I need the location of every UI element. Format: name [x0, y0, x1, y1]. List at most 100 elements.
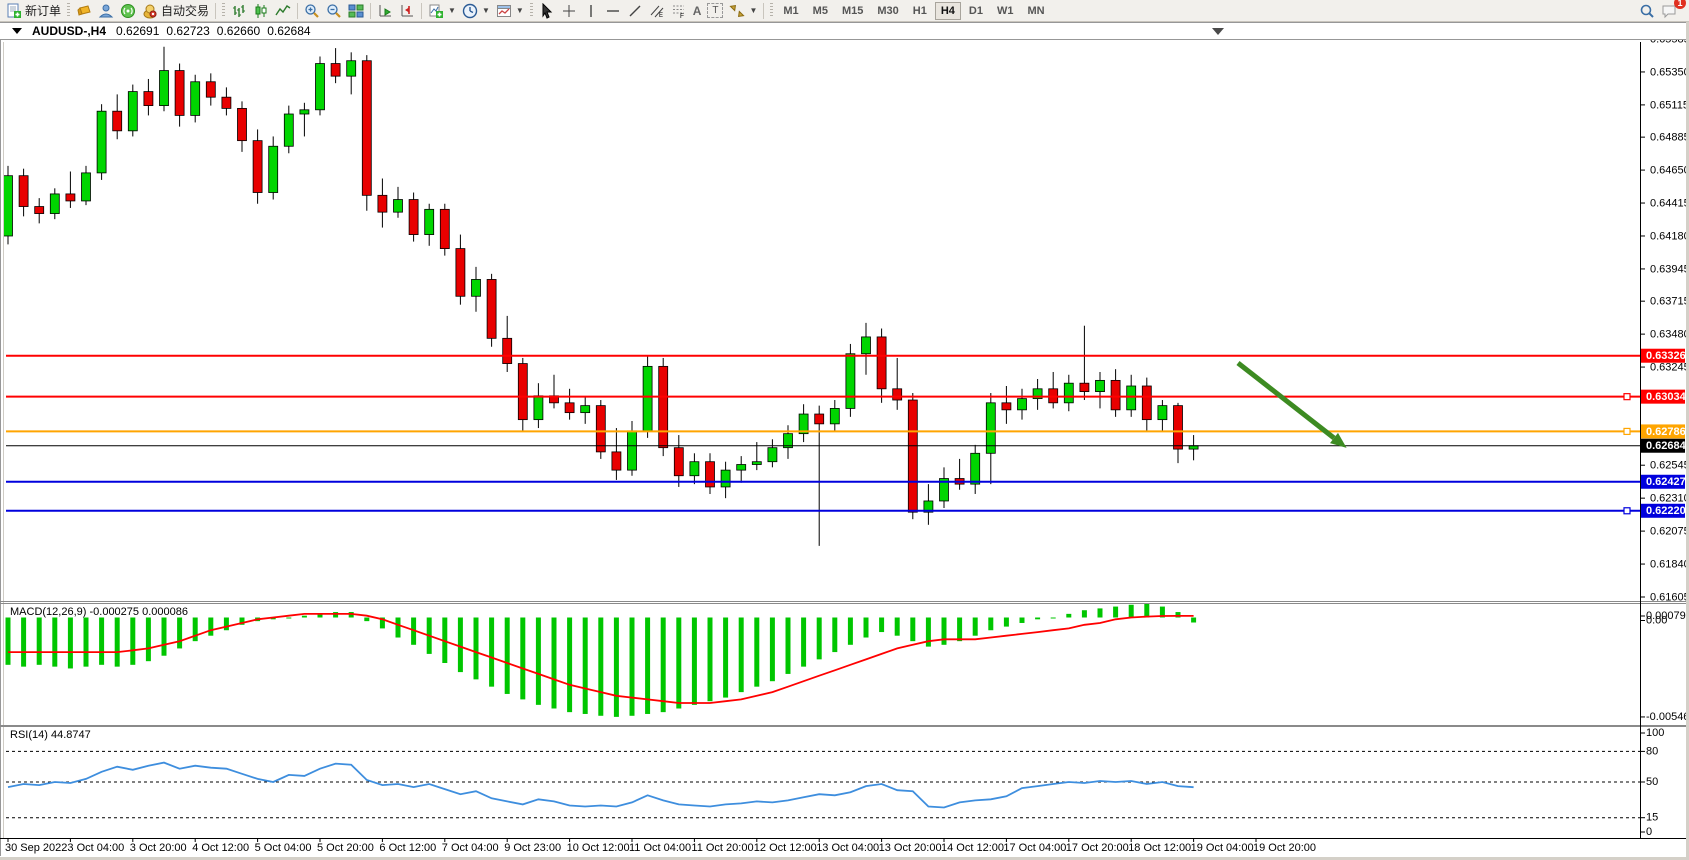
indicators-button[interactable]: ▼ [425, 1, 459, 21]
notification-badge: 1 [1674, 0, 1686, 9]
chart-canvas[interactable]: 0.633260.630340.627860.626840.624270.622… [0, 0, 1689, 860]
svg-text:0.00: 0.00 [1646, 614, 1667, 626]
macd-bar [146, 618, 151, 662]
macd-bar [99, 618, 104, 665]
tf-button-mn[interactable]: MN [1021, 2, 1050, 20]
candle-down [1174, 406, 1183, 449]
toolbar-separator [370, 3, 371, 19]
svg-text:0.63034: 0.63034 [1646, 391, 1687, 403]
candle-down [893, 389, 902, 400]
candlestick-chart-button[interactable] [250, 1, 272, 21]
clock-icon [462, 3, 478, 19]
line-chart-button[interactable] [272, 1, 294, 21]
candle-up [425, 209, 434, 234]
autotrading-button[interactable]: 自动交易 [139, 1, 212, 21]
text-tool-button[interactable]: A [690, 1, 705, 21]
svg-text:19 Oct 20:00: 19 Oct 20:00 [1253, 842, 1316, 854]
main-price-panel[interactable] [4, 47, 1641, 546]
profile-button[interactable] [95, 1, 117, 21]
svg-text:0.62220: 0.62220 [1646, 505, 1686, 517]
text-label-tool-button[interactable]: T [704, 1, 726, 21]
tf-button-h1[interactable]: H1 [907, 2, 933, 20]
chart-shift-marker-icon[interactable] [1212, 28, 1224, 35]
svg-text:3 Oct 04:00: 3 Oct 04:00 [67, 842, 124, 854]
periods-button[interactable]: ▼ [459, 1, 493, 21]
indicators-icon [428, 3, 444, 19]
gold-ingot-button[interactable] [73, 1, 95, 21]
rsi-panel-label: RSI(14) 44.8747 [10, 729, 91, 741]
svg-text:-0.005464: -0.005464 [1646, 711, 1689, 723]
candle-down [565, 403, 574, 413]
signal-button[interactable] [117, 1, 139, 21]
tf-button-h4[interactable]: H4 [935, 2, 961, 20]
crosshair-tool-button[interactable] [558, 1, 580, 21]
templates-button[interactable]: ▼ [493, 1, 527, 21]
tf-button-w1[interactable]: W1 [991, 2, 1020, 20]
svg-text:0.63945: 0.63945 [1650, 263, 1689, 275]
quote-close: 0.62684 [267, 24, 310, 38]
macd-bar [52, 618, 57, 667]
candles [4, 47, 1199, 546]
price-axis[interactable]: 0.633260.630340.627860.626840.624270.622… [1640, 33, 1689, 838]
chevron-down-icon: ▼ [749, 6, 757, 15]
line-handle-marker[interactable] [1624, 508, 1630, 514]
vertical-line-tool-button[interactable] [580, 1, 602, 21]
time-axis[interactable]: 30 Sep 20223 Oct 04:003 Oct 20:004 Oct 1… [5, 838, 1316, 854]
candle-down [877, 337, 886, 389]
candle-up [768, 448, 777, 462]
macd-panel[interactable] [6, 603, 1197, 717]
candle-down [1080, 383, 1089, 391]
macd-bar [505, 618, 510, 694]
horizontal-price-lines [6, 356, 1640, 514]
toolbar-grip [770, 3, 773, 18]
svg-text:17 Oct 04:00: 17 Oct 04:00 [1003, 842, 1066, 854]
bar-chart-button[interactable] [228, 1, 250, 21]
line-handle-marker[interactable] [1624, 394, 1630, 400]
svg-text:10 Oct 12:00: 10 Oct 12:00 [567, 842, 630, 854]
auto-scroll-button[interactable] [374, 1, 396, 21]
cursor-tool-button[interactable] [536, 1, 558, 21]
channel-tool-button[interactable]: E [646, 1, 668, 21]
tf-button-m15[interactable]: M15 [836, 2, 869, 20]
horizontal-line-tool-button[interactable] [602, 1, 624, 21]
search-button[interactable] [1636, 1, 1658, 21]
candle-down [331, 64, 340, 77]
trend-arrow-annotation[interactable] [1238, 363, 1347, 448]
tile-windows-button[interactable] [345, 1, 367, 21]
macd-bar [770, 618, 775, 682]
rsi-panel[interactable] [6, 751, 1640, 817]
fibonacci-icon: F [671, 3, 687, 19]
tf-button-m30[interactable]: M30 [871, 2, 904, 20]
macd-bar [458, 618, 463, 673]
zoom-out-button[interactable] [323, 1, 345, 21]
notifications-button[interactable]: 1 [1658, 1, 1680, 21]
one-click-trading-toggle-icon[interactable] [12, 28, 22, 34]
candle-up [300, 110, 309, 114]
candle-down [175, 71, 184, 116]
macd-bar [1191, 618, 1196, 623]
candle-up [1064, 383, 1073, 403]
chart-shift-button[interactable] [396, 1, 418, 21]
svg-text:15: 15 [1646, 812, 1658, 824]
macd-bar [37, 618, 42, 665]
tf-button-m1[interactable]: M1 [777, 2, 804, 20]
tf-button-m5[interactable]: M5 [807, 2, 834, 20]
zoom-in-button[interactable] [301, 1, 323, 21]
svg-text:11 Oct 04:00: 11 Oct 04:00 [629, 842, 691, 854]
arrows-tool-button[interactable]: ▼ [726, 1, 760, 21]
new-order-button[interactable]: 新订单 [3, 1, 64, 21]
macd-bar [6, 618, 11, 665]
svg-text:0.65350: 0.65350 [1650, 66, 1689, 78]
toolbar-separator [421, 3, 422, 19]
candle-up [191, 82, 200, 116]
candle-down [706, 462, 715, 487]
line-handle-marker[interactable] [1624, 428, 1630, 434]
trendline-tool-button[interactable] [624, 1, 646, 21]
candle-down [19, 176, 28, 207]
toolbar-separator [297, 3, 298, 19]
macd-bar [1035, 618, 1040, 620]
chevron-down-icon: ▼ [516, 6, 524, 15]
svg-text:80: 80 [1646, 745, 1658, 757]
tf-button-d1[interactable]: D1 [963, 2, 989, 20]
fibonacci-tool-button[interactable]: F [668, 1, 690, 21]
